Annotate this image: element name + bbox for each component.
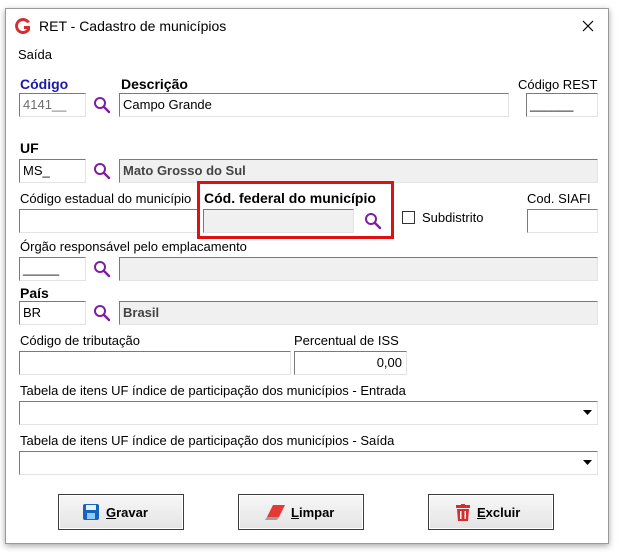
- title-bar: RET - Cadastro de municípios: [6, 9, 608, 43]
- window-title: RET - Cadastro de municípios: [39, 18, 227, 34]
- excluir-button[interactable]: Excluir: [428, 494, 554, 530]
- eraser-icon: [265, 504, 287, 523]
- tabela-saida-label: Tabela de itens UF índice de participaçã…: [20, 433, 395, 448]
- excluir-label: Excluir: [477, 505, 521, 520]
- dialog-window: RET - Cadastro de municípios Saída Códig…: [5, 8, 609, 544]
- subdistrito-checkbox[interactable]: [402, 211, 415, 224]
- search-icon: [94, 305, 111, 322]
- limpar-button[interactable]: Limpar: [238, 494, 364, 530]
- orgao-name-field: [119, 257, 598, 281]
- uf-label: UF: [20, 140, 39, 156]
- percentual-iss-label: Percentual de ISS: [294, 333, 399, 348]
- menu-item-saida[interactable]: Saída: [18, 47, 52, 62]
- codigo-estadual-label: Código estadual do município: [20, 191, 192, 206]
- cod-federal-search-button[interactable]: [361, 209, 385, 233]
- pais-field[interactable]: BR: [19, 301, 86, 325]
- tabela-entrada-select[interactable]: [19, 401, 598, 425]
- codigo-rest-label: Código REST: [518, 77, 598, 92]
- codigo-estadual-field[interactable]: [19, 209, 199, 233]
- uf-field[interactable]: MS_: [19, 159, 86, 183]
- descricao-label: Descrição: [121, 76, 188, 92]
- pais-search-button[interactable]: [90, 301, 114, 325]
- chevron-down-icon: [583, 410, 592, 415]
- cod-siafi-label: Cod. SIAFI: [527, 191, 591, 206]
- close-button[interactable]: [568, 9, 608, 43]
- gravar-label: Gravar: [106, 505, 148, 520]
- codigo-label: Código: [20, 76, 69, 92]
- tabela-saida-dropdown-button[interactable]: [579, 453, 596, 473]
- close-icon: [582, 20, 594, 32]
- save-icon: [83, 504, 99, 523]
- menu-bar: Saída: [6, 43, 608, 65]
- search-icon: [94, 261, 111, 278]
- orgao-search-button[interactable]: [90, 257, 114, 281]
- codigo-field[interactable]: 4141__: [19, 93, 86, 117]
- uf-search-button[interactable]: [90, 159, 114, 183]
- tabela-entrada-label: Tabela de itens UF índice de participaçã…: [20, 383, 406, 398]
- search-icon: [94, 97, 111, 114]
- app-logo-icon: [13, 16, 33, 36]
- pais-label: País: [20, 285, 49, 301]
- search-icon: [365, 213, 382, 230]
- codigo-tributacao-label: Código de tributação: [20, 333, 140, 348]
- uf-name-field: Mato Grosso do Sul: [119, 159, 598, 183]
- subdistrito-label: Subdistrito: [422, 210, 484, 225]
- gravar-button[interactable]: Gravar: [58, 494, 184, 530]
- tabela-entrada-dropdown-button[interactable]: [579, 403, 596, 423]
- codigo-tributacao-field[interactable]: [19, 351, 291, 375]
- search-icon: [94, 163, 111, 180]
- cod-federal-field[interactable]: [203, 209, 354, 233]
- chevron-down-icon: [583, 460, 592, 465]
- percentual-iss-field[interactable]: 0,00: [294, 351, 407, 375]
- trash-icon: [456, 504, 470, 524]
- descricao-field[interactable]: Campo Grande: [119, 93, 509, 117]
- limpar-label: Limpar: [291, 505, 335, 520]
- orgao-label: Órgão responsável pelo emplacamento: [20, 239, 247, 254]
- cod-siafi-field[interactable]: [527, 209, 598, 233]
- codigo-search-button[interactable]: [90, 93, 114, 117]
- pais-name-field: Brasil: [119, 301, 598, 325]
- codigo-rest-field[interactable]: ______: [526, 93, 598, 117]
- orgao-field[interactable]: _____: [19, 257, 86, 281]
- tabela-saida-select[interactable]: [19, 451, 598, 475]
